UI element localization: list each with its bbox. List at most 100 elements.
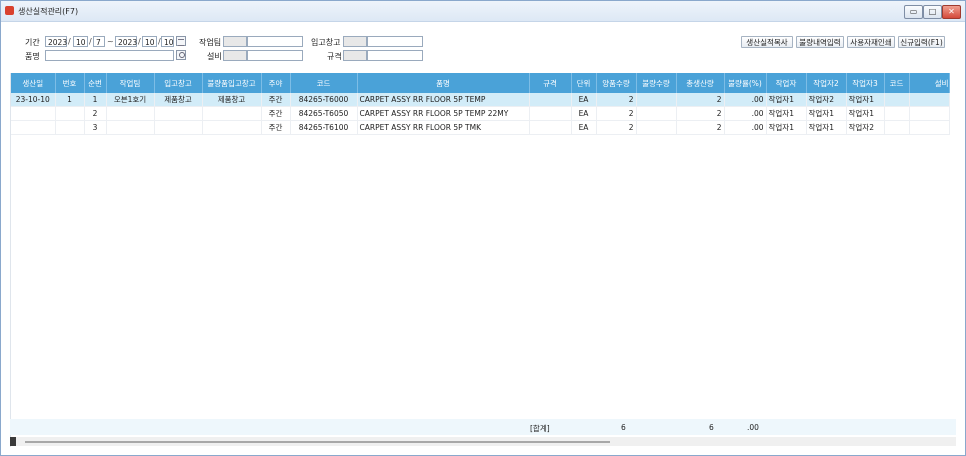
table-cell xyxy=(55,120,85,135)
column-header[interactable]: 규격 xyxy=(529,73,572,93)
table-cell xyxy=(202,106,262,121)
table-cell: 2 xyxy=(596,120,637,135)
table-cell xyxy=(529,93,572,107)
column-header[interactable]: 번호 xyxy=(55,73,85,93)
table-cell xyxy=(909,120,950,135)
table-cell xyxy=(11,106,56,121)
table-cell xyxy=(636,93,677,107)
warehouse-in-label: 입고창고 xyxy=(311,38,341,47)
copy-result-button[interactable]: 생산실적복사 xyxy=(741,36,793,48)
equipment-name-field[interactable] xyxy=(247,50,303,61)
column-header[interactable]: 불량수량 xyxy=(636,73,677,93)
table-row[interactable]: 2 주간 84265-T6050 CARPET ASSY RR FLOOR 5P… xyxy=(11,106,950,121)
table-row[interactable]: 3 주간 84265-T6100 CARPET ASSY RR FLOOR 5P… xyxy=(11,120,950,135)
column-header[interactable]: 순번 xyxy=(84,73,107,93)
warehouse-code-field[interactable] xyxy=(343,36,367,47)
table-cell: 2 xyxy=(596,106,637,121)
warehouse-name-field[interactable] xyxy=(367,36,423,47)
column-header[interactable]: 총생산량 xyxy=(676,73,725,93)
table-cell: CARPET ASSY RR FLOOR 5P TEMP 22MY xyxy=(357,106,530,121)
team-code-field[interactable] xyxy=(223,36,247,47)
column-header[interactable]: 코드 xyxy=(884,73,910,93)
scroll-thumb[interactable] xyxy=(25,441,610,443)
table-row[interactable]: 23-10-10 1 1 오븐1호기 제품창고 제품창고 주간 84265-T6… xyxy=(11,93,950,107)
table-cell: EA xyxy=(571,120,597,135)
column-header[interactable]: 불량품입고창고 xyxy=(202,73,262,93)
new-entry-button[interactable]: 신규입력(F1) xyxy=(898,36,945,48)
horizontal-scrollbar[interactable] xyxy=(10,437,956,446)
scroll-handle[interactable] xyxy=(10,437,16,446)
date-separator: / xyxy=(89,37,92,46)
table-cell: 작업자2 xyxy=(846,120,885,135)
summary-label: [합계] xyxy=(530,424,550,433)
table-cell xyxy=(106,120,155,135)
column-header[interactable]: 작업자2 xyxy=(806,73,847,93)
results-grid[interactable]: 생산일 번호 순번 작업팀 입고창고 불량품입고창고 주야 코드 품명 규격 단… xyxy=(10,73,957,447)
column-header[interactable]: 양품수량 xyxy=(596,73,637,93)
from-month-field[interactable]: 10 xyxy=(73,36,88,47)
to-year-field[interactable]: 2023 xyxy=(115,36,137,47)
search-icon[interactable] xyxy=(176,50,186,60)
column-header[interactable]: 주야 xyxy=(261,73,291,93)
production-window: 생산실적관리(F7) ▭ □ ✕ 기간 2023 / 10 / 7 ~ 2023… xyxy=(0,0,966,456)
table-cell xyxy=(55,106,85,121)
column-header[interactable]: 작업자 xyxy=(766,73,807,93)
table-cell: 3 xyxy=(84,120,107,135)
table-cell: 제품창고 xyxy=(154,93,203,107)
calendar-icon[interactable] xyxy=(176,36,186,46)
results-table: 생산일 번호 순번 작업팀 입고창고 불량품입고창고 주야 코드 품명 규격 단… xyxy=(11,73,950,135)
maximize-icon[interactable]: □ xyxy=(923,5,942,19)
column-header[interactable]: 생산일 xyxy=(11,73,56,93)
column-header[interactable]: 코드 xyxy=(290,73,358,93)
table-cell: 2 xyxy=(84,106,107,121)
table-cell: 제품창고 xyxy=(202,93,262,107)
table-cell: 1 xyxy=(84,93,107,107)
to-month-field[interactable]: 10 xyxy=(142,36,157,47)
table-cell: EA xyxy=(571,106,597,121)
product-label: 품명 xyxy=(25,52,40,61)
table-cell xyxy=(636,106,677,121)
defect-entry-button[interactable]: 불량내역입력 xyxy=(796,36,844,48)
from-year-field[interactable]: 2023 xyxy=(45,36,67,47)
table-cell xyxy=(909,106,950,121)
column-header[interactable]: 작업팀 xyxy=(106,73,155,93)
table-cell: 작업자1 xyxy=(846,106,885,121)
range-separator: ~ xyxy=(107,37,114,46)
table-cell: .00 xyxy=(724,120,767,135)
to-day-field[interactable]: 10 xyxy=(161,36,174,47)
table-cell: CARPET ASSY RR FLOOR 5P TMK xyxy=(357,120,530,135)
spec-label: 규격 xyxy=(327,52,342,61)
table-cell: 작업자1 xyxy=(806,106,847,121)
table-cell: .00 xyxy=(724,106,767,121)
table-cell xyxy=(884,93,910,107)
column-header[interactable]: 불량률(%) xyxy=(724,73,767,93)
close-icon[interactable]: ✕ xyxy=(942,5,961,19)
from-day-field[interactable]: 7 xyxy=(93,36,105,47)
table-cell xyxy=(884,106,910,121)
equipment-code-field[interactable] xyxy=(223,50,247,61)
column-header[interactable]: 작업자3 xyxy=(846,73,885,93)
equipment-label: 설비 xyxy=(207,52,222,61)
table-cell: 2 xyxy=(676,106,725,121)
table-cell xyxy=(154,120,203,135)
table-cell: 84265-T6050 xyxy=(290,106,358,121)
spec-name-field[interactable] xyxy=(367,50,423,61)
column-header[interactable]: 입고창고 xyxy=(154,73,203,93)
table-cell xyxy=(529,120,572,135)
table-cell xyxy=(529,106,572,121)
team-name-field[interactable] xyxy=(247,36,303,47)
column-header[interactable]: 품명 xyxy=(357,73,530,93)
material-print-button[interactable]: 사용자재인쇄 xyxy=(847,36,895,48)
minimize-icon[interactable]: ▭ xyxy=(904,5,923,19)
table-cell: 2 xyxy=(676,93,725,107)
summary-good-qty: 6 xyxy=(621,423,626,432)
table-cell xyxy=(106,106,155,121)
spec-code-field[interactable] xyxy=(343,50,367,61)
app-icon xyxy=(5,6,14,15)
table-cell: 84265-T6000 xyxy=(290,93,358,107)
column-header[interactable]: 단위 xyxy=(571,73,597,93)
table-header-row: 생산일 번호 순번 작업팀 입고창고 불량품입고창고 주야 코드 품명 규격 단… xyxy=(11,73,950,93)
column-header[interactable]: 설비 xyxy=(909,73,950,93)
product-field[interactable] xyxy=(45,50,174,61)
date-separator: / xyxy=(138,37,141,46)
